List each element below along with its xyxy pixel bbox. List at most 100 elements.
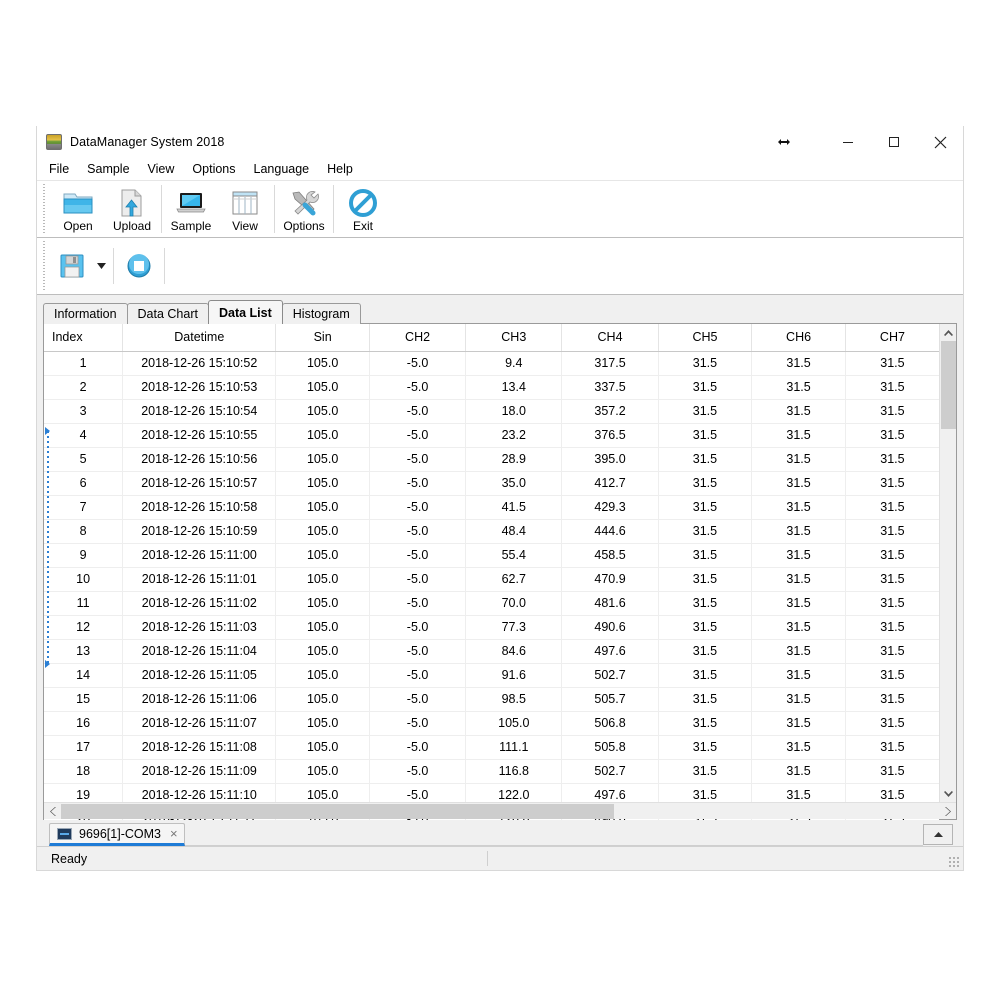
table-cell[interactable]: 77.3: [466, 615, 562, 639]
toolbar-grip[interactable]: [41, 184, 48, 234]
table-cell[interactable]: 31.5: [658, 423, 752, 447]
table-cell[interactable]: 31.5: [752, 447, 846, 471]
table-cell[interactable]: 31.5: [658, 399, 752, 423]
grid-header-index[interactable]: Index: [44, 324, 123, 351]
table-cell[interactable]: 105.0: [276, 687, 370, 711]
table-cell[interactable]: 2018-12-26 15:11:08: [123, 735, 276, 759]
table-cell[interactable]: 2018-12-26 15:11:06: [123, 687, 276, 711]
table-row[interactable]: 172018-12-26 15:11:08105.0-5.0111.1505.8…: [44, 735, 939, 759]
table-row[interactable]: 22018-12-26 15:10:53105.0-5.013.4337.531…: [44, 375, 939, 399]
table-cell[interactable]: 31.5: [658, 447, 752, 471]
table-cell[interactable]: 105.0: [276, 351, 370, 375]
table-cell[interactable]: -5.0: [369, 687, 465, 711]
table-cell[interactable]: 337.5: [562, 375, 658, 399]
table-cell[interactable]: 31.5: [845, 615, 939, 639]
menu-item-options[interactable]: Options: [192, 160, 244, 178]
table-cell[interactable]: 98.5: [466, 687, 562, 711]
table-cell[interactable]: 31.5: [752, 639, 846, 663]
table-cell[interactable]: -5.0: [369, 543, 465, 567]
table-cell[interactable]: 2: [44, 375, 123, 399]
table-cell[interactable]: 31.5: [752, 351, 846, 375]
table-cell[interactable]: 31.5: [658, 735, 752, 759]
table-cell[interactable]: 31.5: [752, 711, 846, 735]
table-cell[interactable]: 31.5: [658, 687, 752, 711]
grid-header-ch7[interactable]: CH7: [845, 324, 939, 351]
table-row[interactable]: 162018-12-26 15:11:07105.0-5.0105.0506.8…: [44, 711, 939, 735]
table-row[interactable]: 122018-12-26 15:11:03105.0-5.077.3490.63…: [44, 615, 939, 639]
grid-header-ch2[interactable]: CH2: [369, 324, 465, 351]
table-cell[interactable]: 16: [44, 711, 123, 735]
table-cell[interactable]: 31.5: [752, 567, 846, 591]
table-cell[interactable]: -5.0: [369, 447, 465, 471]
table-cell[interactable]: 31.5: [845, 735, 939, 759]
table-row[interactable]: 52018-12-26 15:10:56105.0-5.028.9395.031…: [44, 447, 939, 471]
table-cell[interactable]: 9: [44, 543, 123, 567]
table-cell[interactable]: 490.6: [562, 615, 658, 639]
table-cell[interactable]: 111.1: [466, 735, 562, 759]
table-cell[interactable]: 105.0: [276, 639, 370, 663]
table-cell[interactable]: 7: [44, 495, 123, 519]
table-cell[interactable]: 31.5: [658, 567, 752, 591]
table-cell[interactable]: 105.0: [276, 663, 370, 687]
table-cell[interactable]: 458.5: [562, 543, 658, 567]
save-dropdown-button[interactable]: [93, 238, 109, 294]
table-cell[interactable]: -5.0: [369, 711, 465, 735]
table-cell[interactable]: 31.5: [658, 663, 752, 687]
table-cell[interactable]: 502.7: [562, 759, 658, 783]
table-cell[interactable]: 116.8: [466, 759, 562, 783]
table-cell[interactable]: 2018-12-26 15:11:04: [123, 639, 276, 663]
table-row[interactable]: 12018-12-26 15:10:52105.0-5.09.4317.531.…: [44, 351, 939, 375]
table-cell[interactable]: 31.5: [845, 663, 939, 687]
table-cell[interactable]: -5.0: [369, 471, 465, 495]
table-cell[interactable]: -5.0: [369, 399, 465, 423]
table-cell[interactable]: 376.5: [562, 423, 658, 447]
table-cell[interactable]: 444.6: [562, 519, 658, 543]
table-cell[interactable]: 70.0: [466, 591, 562, 615]
table-cell[interactable]: 2018-12-26 15:10:58: [123, 495, 276, 519]
table-cell[interactable]: 31.5: [752, 495, 846, 519]
table-row[interactable]: 92018-12-26 15:11:00105.0-5.055.4458.531…: [44, 543, 939, 567]
minimize-button[interactable]: [825, 126, 871, 158]
grid-vertical-scrollbar[interactable]: [939, 324, 956, 802]
table-cell[interactable]: 105.0: [276, 591, 370, 615]
table-cell[interactable]: -5.0: [369, 615, 465, 639]
table-cell[interactable]: 8: [44, 519, 123, 543]
table-cell[interactable]: 35.0: [466, 471, 562, 495]
vertical-scroll-track[interactable]: [940, 341, 956, 785]
table-cell[interactable]: 429.3: [562, 495, 658, 519]
table-cell[interactable]: -5.0: [369, 735, 465, 759]
table-cell[interactable]: 9.4: [466, 351, 562, 375]
close-button[interactable]: [917, 126, 963, 158]
table-cell[interactable]: 105.0: [276, 735, 370, 759]
table-cell[interactable]: 14: [44, 663, 123, 687]
table-cell[interactable]: 412.7: [562, 471, 658, 495]
table-cell[interactable]: 18.0: [466, 399, 562, 423]
table-cell[interactable]: 31.5: [845, 375, 939, 399]
toolbar-button-open[interactable]: Open: [51, 181, 105, 237]
table-cell[interactable]: 105.0: [276, 423, 370, 447]
table-cell[interactable]: 17: [44, 735, 123, 759]
menu-item-file[interactable]: File: [49, 160, 78, 178]
table-cell[interactable]: 2018-12-26 15:11:05: [123, 663, 276, 687]
table-cell[interactable]: 2018-12-26 15:10:59: [123, 519, 276, 543]
table-cell[interactable]: 2018-12-26 15:10:53: [123, 375, 276, 399]
table-cell[interactable]: 2018-12-26 15:11:02: [123, 591, 276, 615]
table-cell[interactable]: 31.5: [658, 711, 752, 735]
table-cell[interactable]: 31.5: [658, 759, 752, 783]
table-row[interactable]: 62018-12-26 15:10:57105.0-5.035.0412.731…: [44, 471, 939, 495]
scroll-left-arrow-icon[interactable]: [44, 803, 61, 820]
document-tab-scroll-up-button[interactable]: [923, 824, 953, 845]
document-tab-com3[interactable]: 9696[1]-COM3 ×: [49, 823, 185, 846]
table-cell[interactable]: 31.5: [658, 519, 752, 543]
table-cell[interactable]: 15: [44, 687, 123, 711]
table-cell[interactable]: 105.0: [466, 711, 562, 735]
table-cell[interactable]: 105.0: [276, 711, 370, 735]
table-cell[interactable]: -5.0: [369, 567, 465, 591]
toolbar-button-upload[interactable]: Upload: [105, 181, 159, 237]
table-cell[interactable]: 1: [44, 351, 123, 375]
table-row[interactable]: 152018-12-26 15:11:06105.0-5.098.5505.73…: [44, 687, 939, 711]
save-button[interactable]: [51, 238, 93, 294]
table-cell[interactable]: -5.0: [369, 375, 465, 399]
table-row[interactable]: 182018-12-26 15:11:09105.0-5.0116.8502.7…: [44, 759, 939, 783]
table-cell[interactable]: 395.0: [562, 447, 658, 471]
